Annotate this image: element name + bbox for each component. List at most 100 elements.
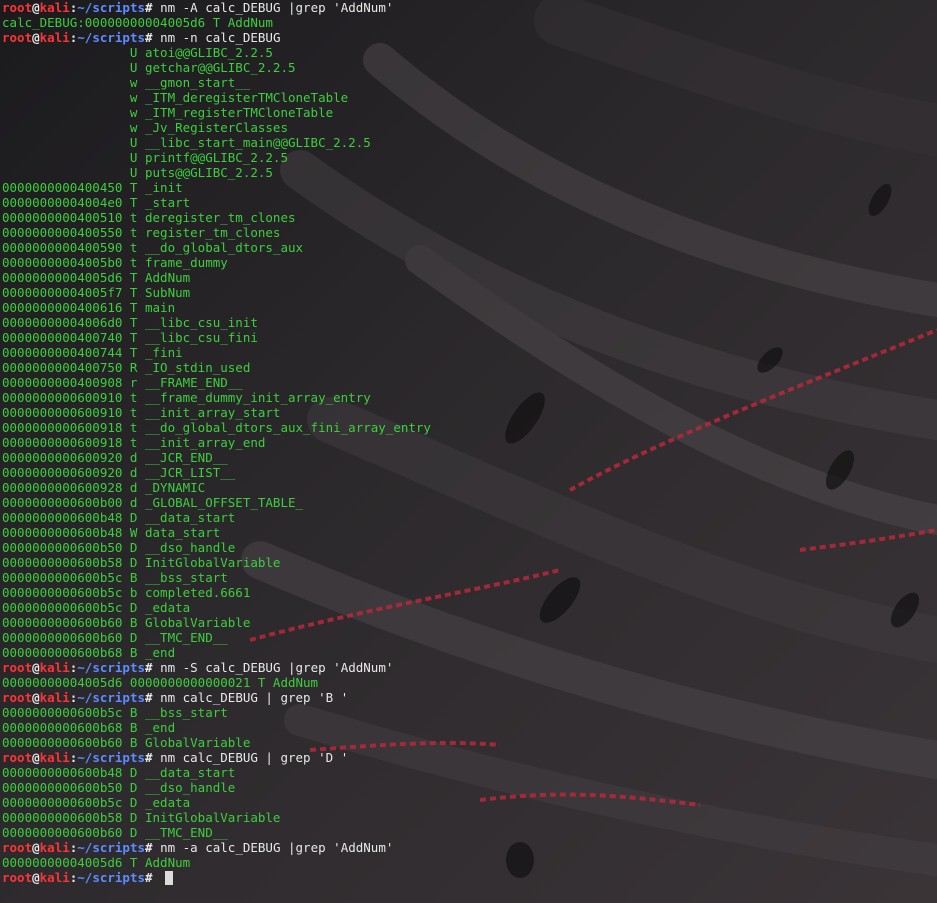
output-text: 0000000000600918 t __do_global_dtors_aux…	[2, 420, 431, 435]
output-text: 0000000000600b48 D __data_start	[2, 765, 236, 780]
output-line: 0000000000400450 T _init	[2, 180, 935, 195]
prompt-at: @	[32, 840, 40, 855]
prompt-host: kali	[39, 30, 70, 45]
output-line: 0000000000600b60 D __TMC_END__	[2, 825, 935, 840]
output-line: 0000000000400550 t register_tm_clones	[2, 225, 935, 240]
output-line: 0000000000600910 t __init_array_start	[2, 405, 935, 420]
output-line: 0000000000400740 T __libc_csu_fini	[2, 330, 935, 345]
command-text	[153, 870, 161, 885]
command-text: nm -S calc_DEBUG |grep 'AddNum'	[152, 660, 394, 675]
output-text: 00000000004004e0 T _start	[2, 195, 191, 210]
output-line: 0000000000600b60 B GlobalVariable	[2, 615, 935, 630]
output-line: 0000000000600b5c B __bss_start	[2, 705, 935, 720]
output-text: U puts@@GLIBC_2.2.5	[2, 165, 273, 180]
output-line: U getchar@@GLIBC_2.2.5	[2, 60, 935, 75]
output-text: U getchar@@GLIBC_2.2.5	[2, 60, 296, 75]
terminal-output[interactable]: root@kali:~/scripts# nm -A calc_DEBUG |g…	[2, 0, 935, 903]
output-line: 0000000000400616 T main	[2, 300, 935, 315]
output-line: 0000000000600928 d _DYNAMIC	[2, 480, 935, 495]
prompt-host: kali	[39, 0, 70, 15]
prompt-user: root	[2, 750, 33, 765]
output-line: 0000000000600b68 B _end	[2, 645, 935, 660]
output-text: w _ITM_registerTMCloneTable	[2, 105, 334, 120]
output-line: 0000000000600b60 D __TMC_END__	[2, 630, 935, 645]
output-line: w _Jv_RegisterClasses	[2, 120, 935, 135]
output-text: 0000000000600b48 D __data_start	[2, 510, 236, 525]
output-line: U __libc_start_main@@GLIBC_2.2.5	[2, 135, 935, 150]
prompt-cwd: ~/scripts	[77, 660, 146, 675]
terminal-cursor[interactable]	[165, 871, 174, 885]
prompt-symbol: #	[145, 690, 153, 705]
output-line: 00000000004005d6 T AddNum	[2, 270, 935, 285]
prompt-at: @	[32, 870, 40, 885]
prompt-cwd: ~/scripts	[77, 870, 146, 885]
output-line: 00000000004004e0 T _start	[2, 195, 935, 210]
output-text: 0000000000400744 T _fini	[2, 345, 183, 360]
prompt-cwd: ~/scripts	[77, 840, 146, 855]
output-text: calc_DEBUG:00000000004005d6 T AddNum	[2, 15, 273, 30]
output-text: 0000000000600b58 D InitGlobalVariable	[2, 810, 281, 825]
output-line: 0000000000600b50 D __dso_handle	[2, 780, 935, 795]
output-text: 0000000000600b5c D _edata	[2, 795, 191, 810]
prompt-at: @	[32, 750, 40, 765]
prompt-symbol: #	[145, 660, 153, 675]
output-line: U printf@@GLIBC_2.2.5	[2, 150, 935, 165]
prompt-user: root	[2, 0, 33, 15]
output-text: 0000000000600910 t __init_array_start	[2, 405, 281, 420]
prompt-cwd: ~/scripts	[77, 0, 146, 15]
prompt-user: root	[2, 690, 33, 705]
prompt-at: @	[32, 0, 40, 15]
prompt-line: root@kali:~/scripts#	[2, 870, 935, 885]
output-text: 0000000000600b60 B GlobalVariable	[2, 615, 251, 630]
prompt-user: root	[2, 840, 33, 855]
output-line: 0000000000600920 d __JCR_END__	[2, 450, 935, 465]
output-text: w __gmon_start__	[2, 75, 251, 90]
prompt-symbol: #	[145, 750, 153, 765]
output-text: 0000000000600b58 D InitGlobalVariable	[2, 555, 281, 570]
output-text: 0000000000400510 t deregister_tm_clones	[2, 210, 296, 225]
output-line: 0000000000600b00 d _GLOBAL_OFFSET_TABLE_	[2, 495, 935, 510]
output-text: 0000000000600b5c D _edata	[2, 600, 191, 615]
prompt-at: @	[32, 660, 40, 675]
output-text: 00000000004005d6 T AddNum	[2, 270, 191, 285]
command-text: nm -A calc_DEBUG |grep 'AddNum'	[152, 0, 394, 15]
prompt-host: kali	[39, 870, 70, 885]
output-line: 0000000000600b5c b completed.6661	[2, 585, 935, 600]
output-line: 0000000000400908 r __FRAME_END__	[2, 375, 935, 390]
prompt-user: root	[2, 660, 33, 675]
output-line: 00000000004005f7 T SubNum	[2, 285, 935, 300]
output-text: 00000000004006d0 T __libc_csu_init	[2, 315, 258, 330]
output-text: 0000000000600b68 B _end	[2, 645, 176, 660]
prompt-cwd: ~/scripts	[77, 30, 146, 45]
output-text: 0000000000400550 t register_tm_clones	[2, 225, 281, 240]
output-text: 0000000000600b50 D __dso_handle	[2, 780, 236, 795]
prompt-symbol: #	[145, 30, 153, 45]
output-text: 00000000004005f7 T SubNum	[2, 285, 191, 300]
output-text: 0000000000600910 t __frame_dummy_init_ar…	[2, 390, 371, 405]
prompt-host: kali	[39, 690, 70, 705]
output-line: 0000000000600b48 D __data_start	[2, 510, 935, 525]
output-text: 0000000000400616 T main	[2, 300, 176, 315]
output-text: U atoi@@GLIBC_2.2.5	[2, 45, 273, 60]
output-line: 0000000000600b58 D InitGlobalVariable	[2, 810, 935, 825]
prompt-cwd: ~/scripts	[77, 690, 146, 705]
output-text: 0000000000600920 d __JCR_LIST__	[2, 465, 236, 480]
output-text: 0000000000600b5c B __bss_start	[2, 570, 228, 585]
output-line: 00000000004006d0 T __libc_csu_init	[2, 315, 935, 330]
prompt-at: @	[32, 690, 40, 705]
output-text: 0000000000600b00 d _GLOBAL_OFFSET_TABLE_	[2, 495, 304, 510]
output-text: 0000000000400740 T __libc_csu_fini	[2, 330, 258, 345]
prompt-symbol: #	[145, 870, 153, 885]
output-line: w _ITM_registerTMCloneTable	[2, 105, 935, 120]
output-line: 0000000000600918 t __init_array_end	[2, 435, 935, 450]
output-line: 0000000000600b48 D __data_start	[2, 765, 935, 780]
output-text: 0000000000600b50 D __dso_handle	[2, 540, 236, 555]
output-text: 00000000004005d6 0000000000000021 T AddN…	[2, 675, 319, 690]
prompt-line: root@kali:~/scripts# nm -n calc_DEBUG	[2, 30, 935, 45]
output-line: 0000000000600b58 D InitGlobalVariable	[2, 555, 935, 570]
output-line: w __gmon_start__	[2, 75, 935, 90]
output-text: 0000000000600918 t __init_array_end	[2, 435, 266, 450]
output-line: 0000000000400750 R _IO_stdin_used	[2, 360, 935, 375]
output-text: 0000000000600b60 B GlobalVariable	[2, 735, 251, 750]
output-line: 0000000000400510 t deregister_tm_clones	[2, 210, 935, 225]
